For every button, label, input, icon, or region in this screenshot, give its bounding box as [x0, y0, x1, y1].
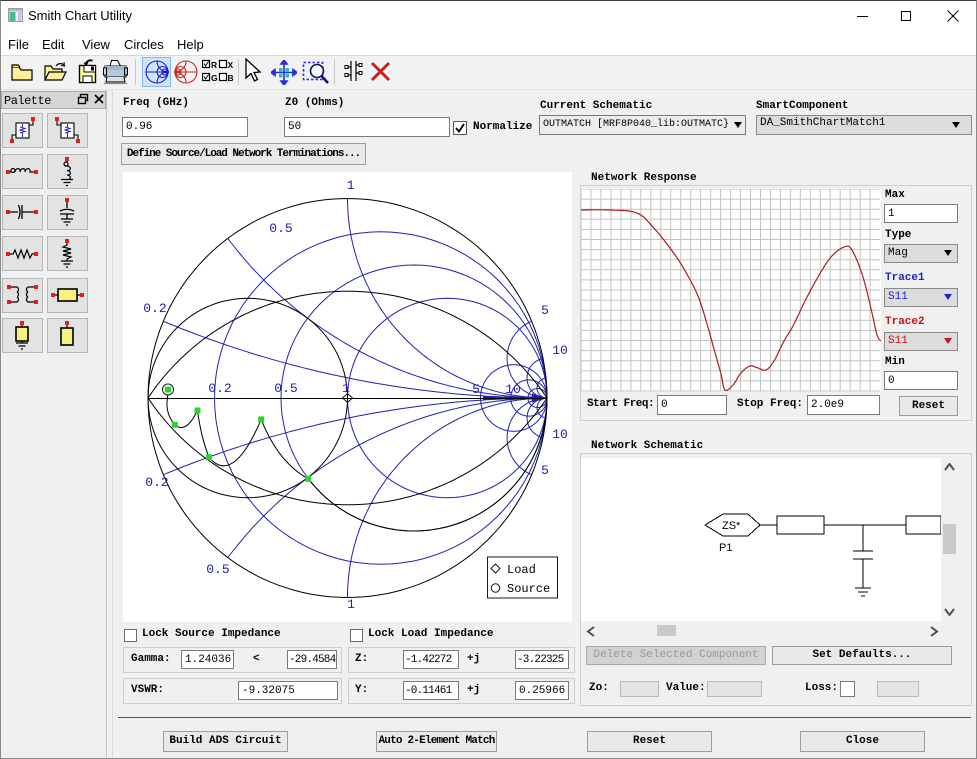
- svg-text:Load: Load: [507, 563, 536, 577]
- svg-text:1: 1: [342, 381, 350, 396]
- svg-text:R: R: [211, 60, 217, 70]
- svg-text:10: 10: [505, 382, 521, 397]
- svg-text:5: 5: [541, 463, 549, 478]
- svg-text:0.5: 0.5: [206, 562, 229, 577]
- svg-text:Source: Source: [507, 582, 550, 596]
- svg-text:10: 10: [552, 427, 568, 442]
- svg-text:10: 10: [552, 343, 568, 358]
- svg-text:ZS*: ZS*: [722, 520, 741, 532]
- svg-text:P1: P1: [719, 542, 732, 554]
- svg-text:1: 1: [347, 597, 355, 612]
- svg-text:0.5: 0.5: [269, 221, 292, 236]
- svg-text:5: 5: [541, 303, 549, 318]
- svg-text:G: G: [211, 73, 218, 83]
- svg-text:X: X: [228, 60, 234, 70]
- svg-text:0.5: 0.5: [274, 381, 297, 396]
- svg-text:0.2: 0.2: [143, 301, 166, 316]
- svg-text:1: 1: [347, 178, 355, 193]
- svg-text:0.2: 0.2: [145, 475, 168, 490]
- svg-text:5: 5: [472, 382, 480, 397]
- svg-text:0.2: 0.2: [208, 381, 231, 396]
- svg-text:B: B: [228, 73, 234, 83]
